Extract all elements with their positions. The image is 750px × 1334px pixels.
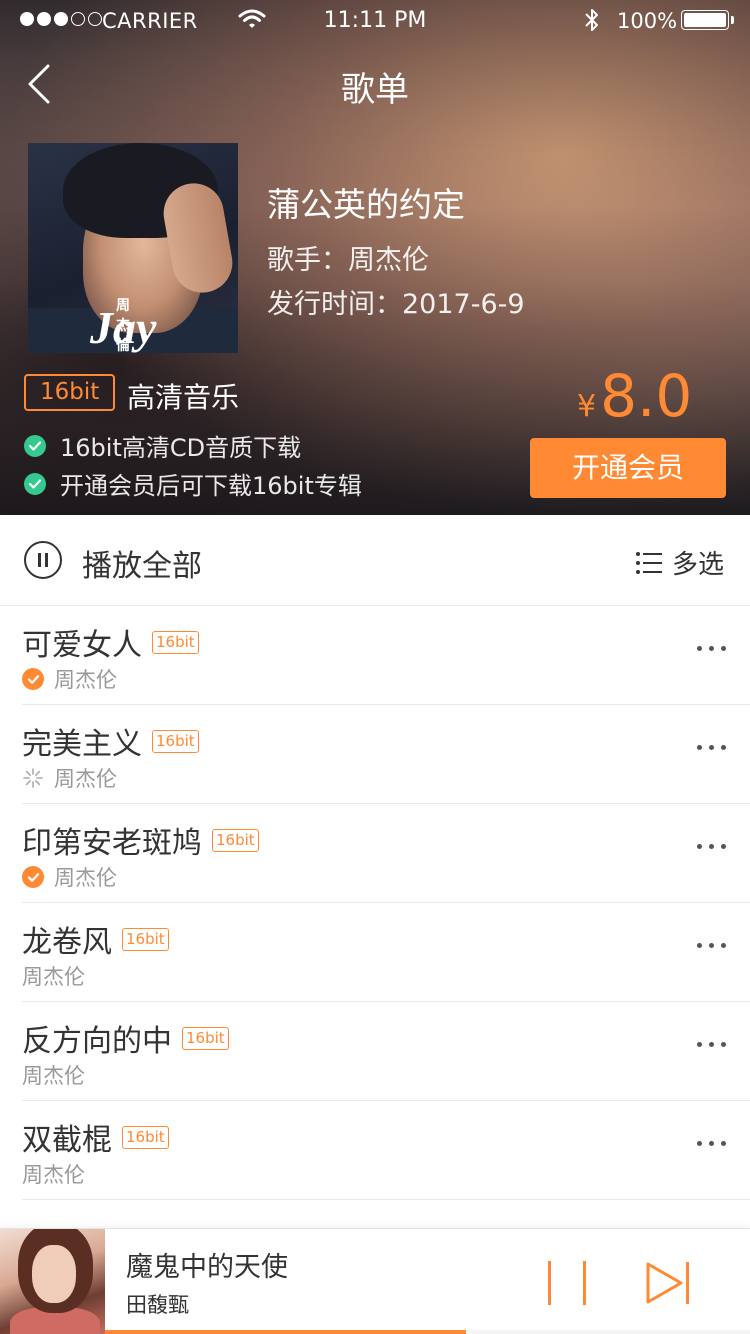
more-options-icon[interactable] (697, 1141, 726, 1146)
feature-text: 16bit高清CD音质下载 (60, 434, 302, 462)
list-icon (636, 551, 662, 574)
price-value: 8.0 (600, 362, 693, 430)
song-quality-tag: 16bit (152, 630, 199, 654)
playback-progress-bar[interactable] (105, 1330, 750, 1334)
now-playing-title: 魔鬼中的天使 (126, 1252, 288, 1283)
chevron-left-icon (28, 64, 50, 104)
more-options-icon[interactable] (697, 943, 726, 948)
album-title: 蒲公英的约定 (267, 185, 465, 224)
now-playing-artist: 田馥甄 (126, 1293, 189, 1317)
more-options-icon[interactable] (697, 1042, 726, 1047)
check-icon (24, 434, 46, 457)
play-all-button[interactable]: 播放全部 (82, 541, 202, 585)
next-track-button[interactable] (645, 1261, 693, 1305)
song-list: 可爱女人 16bit 周杰伦 完美主义 16bit 周杰伦 印第安老斑鸠 16b… (0, 606, 750, 1200)
album-release-date: 发行时间：2017-6-9 (267, 289, 525, 320)
back-button[interactable] (22, 62, 62, 106)
bluetooth-icon (583, 7, 601, 38)
feature-item: 16bit高清CD音质下载 (24, 428, 301, 463)
song-artist: 周杰伦 (22, 1163, 85, 1187)
song-row[interactable]: 反方向的中 16bit 周杰伦 (22, 1002, 750, 1101)
more-options-icon[interactable] (697, 844, 726, 849)
song-title: 可爱女人 (22, 628, 142, 663)
more-options-icon[interactable] (697, 745, 726, 750)
playback-progress-fill (105, 1330, 467, 1334)
pause-circle-icon[interactable] (24, 541, 62, 579)
song-title: 印第安老斑鸠 (22, 826, 202, 861)
song-row[interactable]: 龙卷风 16bit 周杰伦 (22, 903, 750, 1002)
song-quality-tag: 16bit (122, 927, 169, 951)
play-all-bar: 播放全部 多选 (0, 515, 750, 606)
song-quality-tag: 16bit (182, 1026, 229, 1050)
song-title: 反方向的中 (22, 1024, 172, 1059)
song-artist: 周杰伦 (54, 668, 117, 692)
song-row[interactable]: 印第安老斑鸠 16bit 周杰伦 (22, 804, 750, 903)
page-title: 歌单 (341, 70, 409, 110)
multi-select-label: 多选 (672, 550, 725, 580)
song-artist: 周杰伦 (54, 767, 117, 791)
song-title: 完美主义 (22, 727, 142, 762)
album-cover: 周杰倫 Jay (28, 143, 238, 353)
downloaded-icon (22, 866, 44, 888)
song-artist: 周杰伦 (54, 866, 117, 890)
price-currency: ¥ (577, 389, 597, 424)
song-row[interactable]: 完美主义 16bit 周杰伦 (22, 705, 750, 804)
quality-badge: 16bit (24, 374, 116, 411)
song-quality-tag: 16bit (152, 729, 199, 753)
multi-select-button[interactable]: 多选 (636, 544, 724, 581)
downloaded-icon (22, 668, 44, 690)
feature-text: 开通会员后可下载16bit专辑 (60, 472, 362, 500)
skip-next-icon (646, 1262, 689, 1304)
price: ¥ 8.0 (577, 362, 692, 430)
battery-percent: 100% (617, 9, 678, 33)
pause-button[interactable] (546, 1261, 588, 1305)
mini-player[interactable]: 魔鬼中的天使 田馥甄 (0, 1228, 750, 1334)
status-bar: CARRIER 11:11 PM 100% (0, 0, 750, 40)
quality-label: 高清音乐 (127, 381, 240, 414)
song-artist: 周杰伦 (22, 1064, 85, 1088)
battery-icon (681, 10, 734, 30)
song-row[interactable]: 可爱女人 16bit 周杰伦 (22, 606, 750, 705)
song-row[interactable]: 双截棍 16bit 周杰伦 (22, 1101, 750, 1200)
song-title: 双截棍 (22, 1123, 112, 1158)
check-icon (24, 472, 46, 495)
more-options-icon[interactable] (697, 646, 726, 651)
album-header: CARRIER 11:11 PM 100% 歌单 周杰倫 Jay 蒲公英的约定 … (0, 0, 750, 515)
cover-logo-text: Jay (90, 302, 157, 353)
album-artist: 歌手：周杰伦 (267, 245, 429, 276)
song-quality-tag: 16bit (122, 1125, 169, 1149)
now-playing-cover[interactable] (0, 1229, 105, 1334)
song-artist: 周杰伦 (22, 965, 85, 989)
feature-item: 开通会员后可下载16bit专辑 (24, 466, 362, 501)
song-title: 龙卷风 (22, 925, 112, 960)
song-quality-tag: 16bit (212, 828, 259, 852)
open-membership-button[interactable]: 开通会员 (530, 438, 726, 498)
loading-spinner-icon (23, 768, 43, 788)
